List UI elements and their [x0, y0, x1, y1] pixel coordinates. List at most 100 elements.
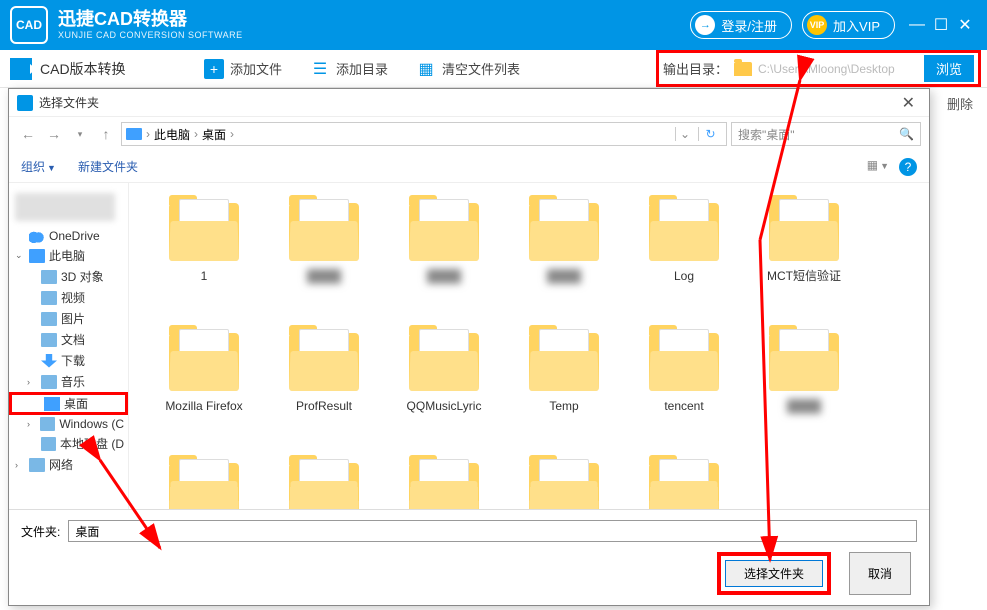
folder-item[interactable]: MCT短信验证 [759, 193, 849, 323]
chevron-down-icon: ▼ [47, 163, 56, 173]
tree-item[interactable]: 本地磁盘 (D [9, 433, 128, 454]
search-placeholder: 搜索"桌面" [738, 126, 795, 143]
folder-label: QQMusicLyric [399, 399, 489, 413]
search-input[interactable]: 搜索"桌面" 🔍 [731, 122, 921, 146]
breadcrumb[interactable]: › 此电脑 › 桌面 › ⌄ ↻ [121, 122, 727, 146]
chevron-right-icon: › [146, 127, 150, 141]
tree-item[interactable]: OneDrive [9, 227, 128, 245]
folder-item[interactable]: ████ [519, 193, 609, 323]
ico-generic-icon [41, 437, 56, 451]
app-header: CAD 迅捷CAD转换器 XUNJIE CAD CONVERSION SOFTW… [0, 0, 987, 50]
tree-item[interactable]: 3D 对象 [9, 266, 128, 287]
delete-button[interactable]: 删除 [947, 94, 973, 113]
add-dir-label: 添加目录 [336, 59, 388, 78]
new-folder-button[interactable]: 新建文件夹 [78, 158, 138, 175]
path-dropdown[interactable]: ⌄ [675, 127, 694, 141]
tree-item[interactable]: 图片 [9, 308, 128, 329]
folder-item[interactable]: 1 [159, 193, 249, 323]
ico-generic-icon [40, 417, 55, 431]
maximize-button[interactable]: ☐ [929, 15, 953, 35]
minimize-button[interactable]: — [905, 16, 929, 34]
close-button[interactable]: ✕ [953, 15, 977, 35]
tree-item-label: OneDrive [49, 229, 100, 243]
nav-back-button[interactable]: ← [17, 123, 39, 145]
chevron-right-icon: › [230, 127, 234, 141]
tree-item[interactable]: 文档 [9, 329, 128, 350]
folder-icon [289, 463, 359, 509]
dialog-body: OneDrive ⌄此电脑 3D 对象视频图片文档下载 ›音乐桌面 ›Windows (… [9, 183, 929, 509]
folder-icon [529, 333, 599, 391]
folder-icon [169, 333, 239, 391]
organize-row: 组织▼ 新建文件夹 ▦▼ ? [9, 151, 929, 183]
dialog-bottom: 文件夹: 选择文件夹 取消 [9, 509, 929, 605]
select-folder-button[interactable]: 选择文件夹 [725, 560, 823, 587]
dialog-app-icon [17, 95, 33, 111]
tree-item[interactable]: ›Windows (C [9, 415, 128, 433]
out-path: C:\Users\Mloong\Desktop [758, 62, 918, 76]
folder-item[interactable]: tencent [639, 323, 729, 453]
folder-item[interactable]: ████ [759, 323, 849, 453]
folder-name-input[interactable] [68, 520, 917, 542]
folder-item[interactable]: Log [639, 193, 729, 323]
chevron-icon: › [27, 377, 37, 387]
chevron-icon: › [27, 419, 36, 429]
search-icon: 🔍 [899, 127, 914, 141]
nav-up-button[interactable]: ↑ [95, 123, 117, 145]
chevron-icon: ⌄ [15, 250, 25, 261]
folder-item[interactable]: QQMusicLyric [399, 323, 489, 453]
plus-icon: + [204, 59, 224, 79]
browse-button[interactable]: 浏览 [924, 55, 974, 82]
app-logo-icon: CAD [10, 6, 48, 44]
tree-item[interactable]: 下载 [9, 350, 128, 371]
mode-selector[interactable]: CAD版本转换 [0, 58, 190, 80]
mode-icon [10, 58, 32, 80]
folder-item[interactable]: ████ [399, 193, 489, 323]
folder-item[interactable]: ████ [279, 193, 369, 323]
crumb-pc[interactable]: 此电脑 [154, 126, 190, 143]
tree-item-label: 网络 [49, 456, 73, 473]
folder-tree: OneDrive ⌄此电脑 3D 对象视频图片文档下载 ›音乐桌面 ›Windows (… [9, 183, 129, 509]
tree-item-label: 3D 对象 [61, 268, 104, 285]
tree-item[interactable]: 视频 [9, 287, 128, 308]
refresh-button[interactable]: ↻ [698, 127, 722, 141]
organize-button[interactable]: 组织▼ [21, 158, 56, 175]
folder-item[interactable] [639, 453, 729, 509]
ico-dl-icon [41, 354, 57, 368]
dialog-titlebar: 选择文件夹 ✕ [9, 89, 929, 117]
folder-item[interactable]: Mozilla Firefox [159, 323, 249, 453]
clear-list-label: 清空文件列表 [442, 59, 520, 78]
tree-item[interactable]: ›网络 [9, 454, 128, 475]
folder-item[interactable]: ████ [279, 453, 369, 509]
ico-desktop-icon [44, 397, 60, 411]
ico-generic-icon [41, 291, 57, 305]
folder-item[interactable]: ████ [159, 453, 249, 509]
dialog-close-button[interactable]: ✕ [896, 93, 921, 113]
dialog-title: 选择文件夹 [39, 94, 99, 111]
add-file-button[interactable]: + 添加文件 [190, 59, 296, 79]
add-file-label: 添加文件 [230, 59, 282, 78]
folder-icon [649, 463, 719, 509]
add-dir-button[interactable]: ☰ 添加目录 [296, 59, 402, 79]
cancel-button[interactable]: 取消 [849, 552, 911, 595]
login-button[interactable]: → 登录/注册 [690, 11, 792, 39]
help-button[interactable]: ? [899, 158, 917, 176]
folder-item[interactable]: ████ [519, 453, 609, 509]
folder-item[interactable]: Temp [519, 323, 609, 453]
folder-label: ProfResult [279, 399, 369, 413]
tree-item-label: 下载 [61, 352, 85, 369]
table-icon: ▦ [416, 59, 436, 79]
folder-icon [649, 333, 719, 391]
tree-item[interactable]: 桌面 [9, 392, 128, 415]
vip-button[interactable]: VIP 加入VIP [802, 11, 895, 39]
tree-item[interactable]: ⌄此电脑 [9, 245, 128, 266]
tree-item-label: 桌面 [64, 395, 88, 412]
nav-fwd-button[interactable]: → [43, 123, 65, 145]
folder-icon [409, 463, 479, 509]
folder-item[interactable]: ProfResult [279, 323, 369, 453]
view-button[interactable]: ▦▼ [867, 158, 889, 176]
clear-list-button[interactable]: ▦ 清空文件列表 [402, 59, 534, 79]
nav-history-button[interactable]: ▾ [69, 123, 91, 145]
crumb-desktop[interactable]: 桌面 [202, 126, 226, 143]
folder-item[interactable]: ████ [399, 453, 489, 509]
tree-item[interactable]: ›音乐 [9, 371, 128, 392]
